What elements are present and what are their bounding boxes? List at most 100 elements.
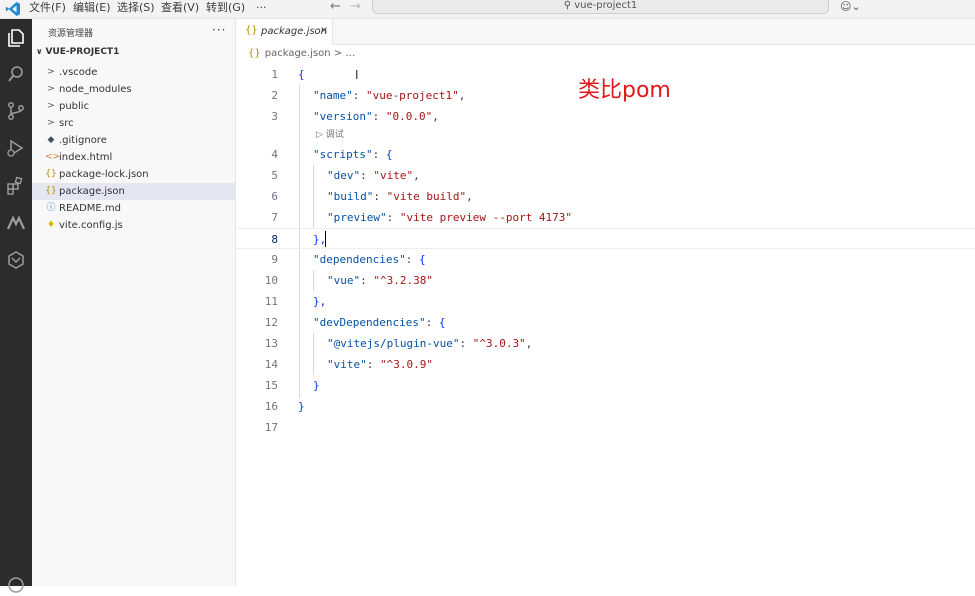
account-icon[interactable] [5,574,27,596]
tree-item-public[interactable]: > public [32,98,235,115]
code-text: "@vitejs/plugin-vue": "^3.0.3", [327,337,533,350]
tree-item-package-json[interactable]: {} package.json [32,183,235,200]
json-file-icon: {} [45,186,57,196]
code-text: "dev": "vite", [327,169,420,182]
extensions-icon[interactable] [5,175,27,197]
menu-selection[interactable]: 选择(S) [117,0,155,18]
code-text: "vue": "^3.2.38" [327,274,433,287]
tree-item-vite-config[interactable]: ♦ vite.config.js [32,217,235,234]
tree-item-label: node_modules [59,84,132,95]
line-number: 8 [271,233,278,246]
more-actions-icon[interactable]: ··· [212,23,226,37]
command-center-search[interactable]: ⚲ vue-project1 [372,0,829,14]
vite-file-icon: ♦ [46,220,56,230]
breadcrumb: {} package.json > … [248,48,355,59]
code-line: 11 }, [236,291,975,312]
code-text: "name": "vue-project1", [313,89,466,102]
tree-item-label: public [59,101,90,112]
menu-file[interactable]: 文件(F) [29,0,66,18]
code-text: "build": "vite build", [327,190,473,203]
breadcrumb-file[interactable]: package.json [265,48,331,59]
code-line: 5 "dev": "vite", [236,165,975,186]
breadcrumb-separator: > [333,48,343,59]
line-number: 9 [271,253,278,266]
vscode-logo-icon [5,2,20,16]
tree-item-index-html[interactable]: <> index.html [32,149,235,166]
tree-item-label: vite.config.js [59,220,123,231]
info-file-icon: ⓘ [46,203,56,213]
code-line: 3 "version": "0.0.0", [236,106,975,127]
code-text: } [298,400,305,413]
tab-package-json[interactable]: {} package.json × [236,19,333,45]
line-number: 12 [264,316,278,329]
code-text: "dependencies": { [313,253,426,266]
chevron-right-icon: > [47,118,55,128]
line-number: 16 [264,400,278,413]
tree-item-node-modules[interactable]: > node_modules [32,81,235,98]
tree-item-readme[interactable]: ⓘ README.md [32,200,235,217]
activity-bar [0,19,32,593]
tree-item-src[interactable]: > src [32,115,235,132]
code-line: 16 } [236,396,975,417]
back-arrow-icon[interactable]: ← [330,0,341,14]
tree-item-gitignore[interactable]: ◆ .gitignore [32,132,235,149]
code-line: 13 "@vitejs/plugin-vue": "^3.0.3", [236,333,975,354]
menu-edit[interactable]: 编辑(E) [73,0,111,18]
json-file-icon: {} [248,48,261,59]
close-icon[interactable]: × [320,25,328,36]
code-line: 7 "preview": "vite preview --port 4173" [236,207,975,228]
line-number: 5 [271,169,278,182]
line-number: 11 [264,295,278,308]
search-view-icon[interactable] [5,63,27,85]
line-number: 15 [264,379,278,392]
json-file-icon: {} [45,169,57,179]
tree-item-label: index.html [59,152,113,163]
menu-go[interactable]: 转到(G) [206,0,245,18]
code-line: 10 "vue": "^3.2.38" [236,270,975,291]
menu-more[interactable]: ··· [256,0,267,18]
line-number: 10 [264,274,278,287]
project-name: VUE-PROJECT1 [45,47,120,57]
code-line: 14 "vite": "^3.0.9" [236,354,975,375]
code-text: "version": "0.0.0", [313,110,439,123]
code-text: } [313,379,320,392]
annotation-text: 类比pom [578,78,671,103]
line-number: 4 [271,148,278,161]
code-line: 6 "build": "vite build", [236,186,975,207]
run-debug-icon[interactable] [5,137,27,159]
code-text: "devDependencies": { [313,316,446,329]
breadcrumb-rest[interactable]: … [345,48,355,59]
title-bar: 文件(F) 编辑(E) 选择(S) 查看(V) 转到(G) ··· ← → ⚲ … [0,0,975,19]
menu-view[interactable]: 查看(V) [161,0,199,18]
mouse-ibeam-cursor-icon: I [355,68,359,82]
chevron-down-icon: ∨ [36,47,43,56]
line-number: 17 [264,421,278,434]
remote-m-icon[interactable] [5,212,27,234]
line-number: 2 [271,89,278,102]
search-label: vue-project1 [574,0,638,11]
line-number: 3 [271,110,278,123]
code-text: "vite": "^3.0.9" [327,358,433,371]
chevron-right-icon: > [47,84,55,94]
tree-item-label: package-lock.json [59,169,149,180]
copilot-icon[interactable]: ☺⌄ [840,0,861,14]
code-text: "scripts": { [313,148,393,161]
line-number: 14 [264,358,278,371]
tree-item-vscode[interactable]: > .vscode [32,64,235,81]
explorer-sidebar: 资源管理器 ··· ∨ VUE-PROJECT1 > .vscode > node… [32,19,236,586]
debug-codelens[interactable]: ▷ 调试 [316,127,344,140]
explorer-title: 资源管理器 [48,29,94,39]
tree-item-package-lock[interactable]: {} package-lock.json [32,166,235,183]
search-text-wrap: ⚲ vue-project1 [373,0,828,11]
project-folder-header[interactable]: ∨ VUE-PROJECT1 [36,47,119,57]
line-number: 7 [271,211,278,224]
forward-arrow-icon[interactable]: → [350,0,361,14]
explorer-icon[interactable] [5,27,27,49]
code-line: 4 "scripts": { [236,144,975,165]
gitlens-icon[interactable] [5,249,27,271]
code-editor[interactable]: 1 { 2 "name": "vue-project1", 3 "version… [236,64,975,586]
source-control-icon[interactable] [5,100,27,122]
tree-item-label: README.md [59,203,122,214]
tree-item-label: src [59,118,74,129]
code-line-current: 8 }, [236,228,975,249]
